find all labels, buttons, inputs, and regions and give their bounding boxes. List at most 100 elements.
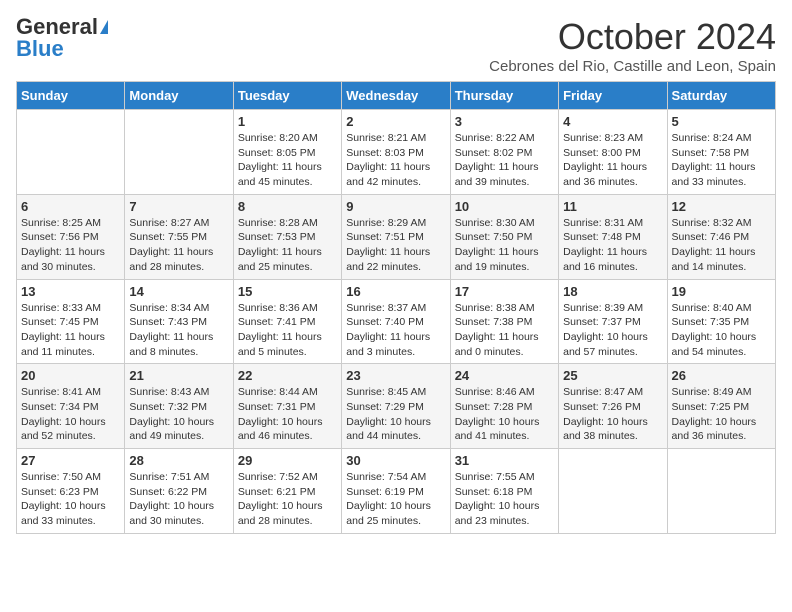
calendar-cell: 6 Sunrise: 8:25 AM Sunset: 7:56 PM Daylig…: [17, 194, 125, 279]
month-title: October 2024: [489, 16, 776, 58]
calendar-cell: [559, 449, 667, 534]
cell-info: Sunrise: 8:40 AM Sunset: 7:35 PM Dayligh…: [672, 301, 771, 360]
col-header-tuesday: Tuesday: [233, 82, 341, 110]
cell-info: Sunrise: 8:44 AM Sunset: 7:31 PM Dayligh…: [238, 385, 337, 444]
calendar-table: SundayMondayTuesdayWednesdayThursdayFrid…: [16, 81, 776, 534]
calendar-cell: 19 Sunrise: 8:40 AM Sunset: 7:35 PM Dayli…: [667, 279, 775, 364]
col-header-wednesday: Wednesday: [342, 82, 450, 110]
calendar-cell: [17, 110, 125, 195]
calendar-cell: 4 Sunrise: 8:23 AM Sunset: 8:00 PM Daylig…: [559, 110, 667, 195]
calendar-cell: 28 Sunrise: 7:51 AM Sunset: 6:22 PM Dayli…: [125, 449, 233, 534]
calendar-cell: 7 Sunrise: 8:27 AM Sunset: 7:55 PM Daylig…: [125, 194, 233, 279]
cell-info: Sunrise: 8:29 AM Sunset: 7:51 PM Dayligh…: [346, 216, 445, 275]
cell-info: Sunrise: 8:43 AM Sunset: 7:32 PM Dayligh…: [129, 385, 228, 444]
day-number: 7: [129, 199, 228, 214]
day-number: 22: [238, 368, 337, 383]
day-number: 5: [672, 114, 771, 129]
calendar-cell: 14 Sunrise: 8:34 AM Sunset: 7:43 PM Dayli…: [125, 279, 233, 364]
calendar-cell: 29 Sunrise: 7:52 AM Sunset: 6:21 PM Dayli…: [233, 449, 341, 534]
day-number: 28: [129, 453, 228, 468]
calendar-cell: 25 Sunrise: 8:47 AM Sunset: 7:26 PM Dayli…: [559, 364, 667, 449]
cell-info: Sunrise: 8:36 AM Sunset: 7:41 PM Dayligh…: [238, 301, 337, 360]
day-number: 1: [238, 114, 337, 129]
cell-info: Sunrise: 8:20 AM Sunset: 8:05 PM Dayligh…: [238, 131, 337, 190]
day-number: 18: [563, 284, 662, 299]
day-number: 9: [346, 199, 445, 214]
cell-info: Sunrise: 8:33 AM Sunset: 7:45 PM Dayligh…: [21, 301, 120, 360]
col-header-monday: Monday: [125, 82, 233, 110]
title-block: October 2024 Cebrones del Rio, Castille …: [489, 16, 776, 75]
calendar-cell: 31 Sunrise: 7:55 AM Sunset: 6:18 PM Dayli…: [450, 449, 558, 534]
day-number: 14: [129, 284, 228, 299]
calendar-cell: 26Sunrise: 8:49 AM Sunset: 7:25 PM Dayli…: [667, 364, 775, 449]
day-number: 19: [672, 284, 771, 299]
logo: General Blue: [16, 16, 108, 60]
calendar-cell: [125, 110, 233, 195]
cell-info: Sunrise: 8:28 AM Sunset: 7:53 PM Dayligh…: [238, 216, 337, 275]
day-number: 24: [455, 368, 554, 383]
calendar-cell: 20Sunrise: 8:41 AM Sunset: 7:34 PM Dayli…: [17, 364, 125, 449]
week-row: 13Sunrise: 8:33 AM Sunset: 7:45 PM Dayli…: [17, 279, 776, 364]
calendar-cell: 1 Sunrise: 8:20 AM Sunset: 8:05 PM Daylig…: [233, 110, 341, 195]
day-number: 10: [455, 199, 554, 214]
cell-info: Sunrise: 8:38 AM Sunset: 7:38 PM Dayligh…: [455, 301, 554, 360]
cell-info: Sunrise: 8:37 AM Sunset: 7:40 PM Dayligh…: [346, 301, 445, 360]
week-row: 20Sunrise: 8:41 AM Sunset: 7:34 PM Dayli…: [17, 364, 776, 449]
logo-blue-text: Blue: [16, 38, 108, 60]
calendar-cell: 18 Sunrise: 8:39 AM Sunset: 7:37 PM Dayli…: [559, 279, 667, 364]
day-number: 4: [563, 114, 662, 129]
calendar-cell: 12 Sunrise: 8:32 AM Sunset: 7:46 PM Dayli…: [667, 194, 775, 279]
cell-info: Sunrise: 8:46 AM Sunset: 7:28 PM Dayligh…: [455, 385, 554, 444]
col-header-sunday: Sunday: [17, 82, 125, 110]
col-header-thursday: Thursday: [450, 82, 558, 110]
cell-info: Sunrise: 8:39 AM Sunset: 7:37 PM Dayligh…: [563, 301, 662, 360]
cell-info: Sunrise: 8:23 AM Sunset: 8:00 PM Dayligh…: [563, 131, 662, 190]
day-number: 21: [129, 368, 228, 383]
cell-info: Sunrise: 8:49 AM Sunset: 7:25 PM Dayligh…: [672, 385, 771, 444]
day-number: 25: [563, 368, 662, 383]
day-number: 23: [346, 368, 445, 383]
calendar-cell: [667, 449, 775, 534]
day-number: 29: [238, 453, 337, 468]
cell-info: Sunrise: 8:22 AM Sunset: 8:02 PM Dayligh…: [455, 131, 554, 190]
calendar-cell: 22 Sunrise: 8:44 AM Sunset: 7:31 PM Dayli…: [233, 364, 341, 449]
cell-info: Sunrise: 8:25 AM Sunset: 7:56 PM Dayligh…: [21, 216, 120, 275]
calendar-cell: 2Sunrise: 8:21 AM Sunset: 8:03 PM Daylig…: [342, 110, 450, 195]
day-number: 17: [455, 284, 554, 299]
cell-info: Sunrise: 8:27 AM Sunset: 7:55 PM Dayligh…: [129, 216, 228, 275]
day-number: 12: [672, 199, 771, 214]
week-row: 6 Sunrise: 8:25 AM Sunset: 7:56 PM Daylig…: [17, 194, 776, 279]
cell-info: Sunrise: 8:34 AM Sunset: 7:43 PM Dayligh…: [129, 301, 228, 360]
calendar-cell: 23 Sunrise: 8:45 AM Sunset: 7:29 PM Dayli…: [342, 364, 450, 449]
logo-triangle-icon: [100, 20, 108, 34]
cell-info: Sunrise: 8:47 AM Sunset: 7:26 PM Dayligh…: [563, 385, 662, 444]
day-number: 31: [455, 453, 554, 468]
calendar-cell: 11 Sunrise: 8:31 AM Sunset: 7:48 PM Dayli…: [559, 194, 667, 279]
calendar-cell: 27Sunrise: 7:50 AM Sunset: 6:23 PM Dayli…: [17, 449, 125, 534]
cell-info: Sunrise: 8:45 AM Sunset: 7:29 PM Dayligh…: [346, 385, 445, 444]
cell-info: Sunrise: 7:54 AM Sunset: 6:19 PM Dayligh…: [346, 470, 445, 529]
cell-info: Sunrise: 7:52 AM Sunset: 6:21 PM Dayligh…: [238, 470, 337, 529]
page-header: General Blue October 2024 Cebrones del R…: [16, 16, 776, 75]
col-header-saturday: Saturday: [667, 82, 775, 110]
cell-info: Sunrise: 7:55 AM Sunset: 6:18 PM Dayligh…: [455, 470, 554, 529]
calendar-cell: 8Sunrise: 8:28 AM Sunset: 7:53 PM Daylig…: [233, 194, 341, 279]
day-number: 6: [21, 199, 120, 214]
logo-general-text: General: [16, 16, 98, 38]
calendar-cell: 15Sunrise: 8:36 AM Sunset: 7:41 PM Dayli…: [233, 279, 341, 364]
calendar-cell: 16Sunrise: 8:37 AM Sunset: 7:40 PM Dayli…: [342, 279, 450, 364]
calendar-cell: 17 Sunrise: 8:38 AM Sunset: 7:38 PM Dayli…: [450, 279, 558, 364]
calendar-cell: 10 Sunrise: 8:30 AM Sunset: 7:50 PM Dayli…: [450, 194, 558, 279]
day-number: 20: [21, 368, 120, 383]
cell-info: Sunrise: 7:51 AM Sunset: 6:22 PM Dayligh…: [129, 470, 228, 529]
calendar-cell: 5 Sunrise: 8:24 AM Sunset: 7:58 PM Daylig…: [667, 110, 775, 195]
header-row: SundayMondayTuesdayWednesdayThursdayFrid…: [17, 82, 776, 110]
cell-info: Sunrise: 8:32 AM Sunset: 7:46 PM Dayligh…: [672, 216, 771, 275]
cell-info: Sunrise: 7:50 AM Sunset: 6:23 PM Dayligh…: [21, 470, 120, 529]
calendar-cell: 24 Sunrise: 8:46 AM Sunset: 7:28 PM Dayli…: [450, 364, 558, 449]
col-header-friday: Friday: [559, 82, 667, 110]
cell-info: Sunrise: 8:24 AM Sunset: 7:58 PM Dayligh…: [672, 131, 771, 190]
day-number: 11: [563, 199, 662, 214]
cell-info: Sunrise: 8:30 AM Sunset: 7:50 PM Dayligh…: [455, 216, 554, 275]
cell-info: Sunrise: 8:31 AM Sunset: 7:48 PM Dayligh…: [563, 216, 662, 275]
